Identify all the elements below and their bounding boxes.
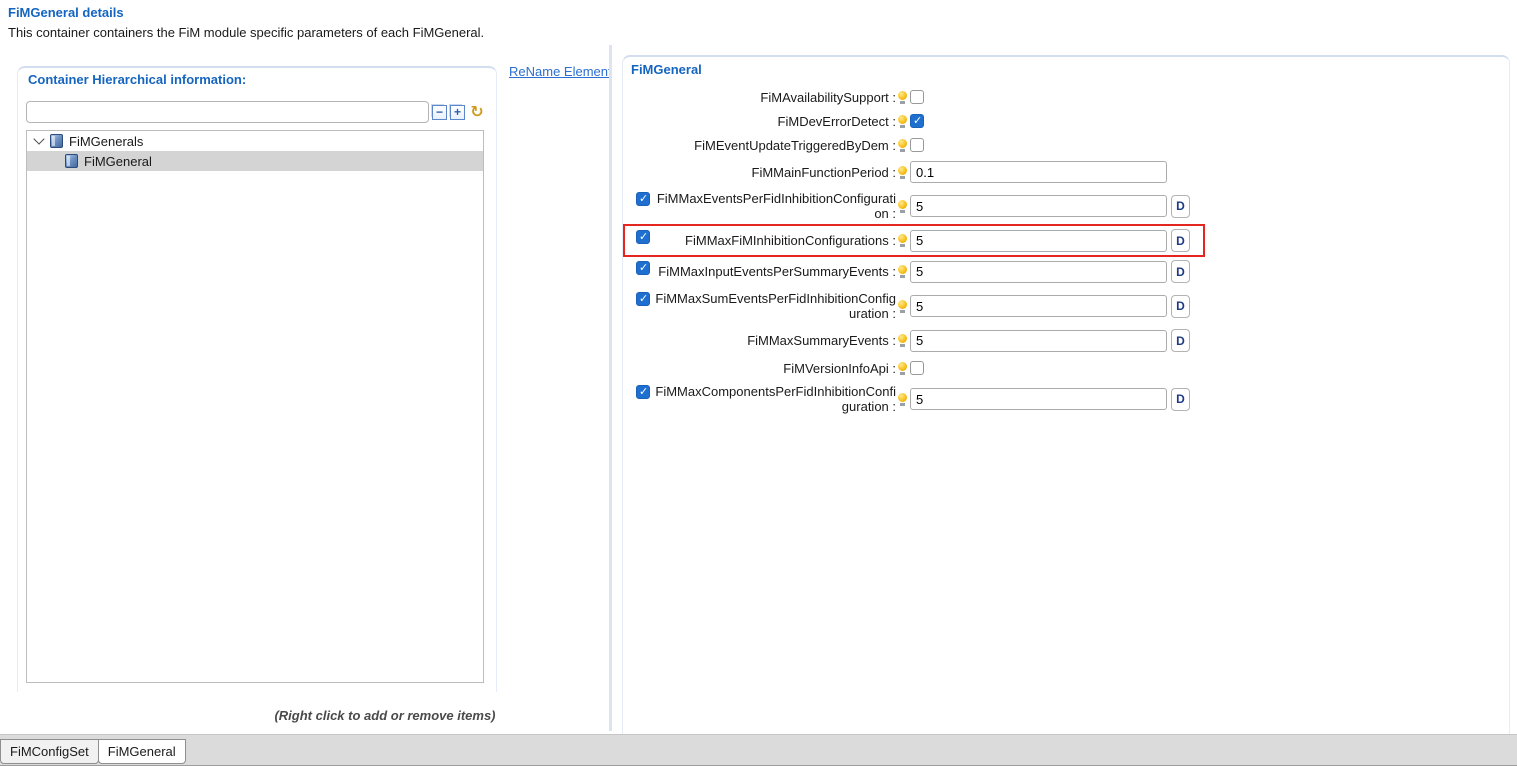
form-row: FiMMaxComponentsPerFidInhibitionConfigur… [636, 384, 1196, 414]
hint-bulb-icon [898, 299, 907, 313]
row-lead-spacer [636, 162, 650, 176]
value-input[interactable] [910, 295, 1167, 317]
container-hierarchy-panel: Container Hierarchical information: − + … [17, 66, 497, 692]
value-input[interactable] [910, 329, 1167, 352]
tree-item[interactable]: FiMGeneral [27, 151, 483, 171]
hint-bulb-icon [898, 114, 907, 128]
value-checkbox[interactable] [910, 114, 924, 128]
form-row: FiMEventUpdateTriggeredByDem : [636, 137, 1196, 153]
default-button[interactable]: D [1171, 194, 1190, 218]
right-click-hint: (Right click to add or remove items) [274, 708, 496, 723]
tab-fimgeneral[interactable]: FiMGeneral [97, 739, 186, 764]
tab-fimconfigset[interactable]: FiMConfigSet [0, 739, 99, 764]
default-button[interactable]: D [1171, 260, 1190, 283]
param-label: FiMEventUpdateTriggeredByDem : [694, 137, 896, 153]
container-hierarchy-title: Container Hierarchical information: [28, 72, 247, 87]
tree-item-label: FiMGeneral [84, 153, 152, 169]
hint-bulb-icon [898, 90, 907, 104]
hint-bulb-icon [898, 392, 907, 406]
row-enable-checkbox[interactable] [636, 192, 650, 206]
default-button[interactable]: D [1171, 229, 1190, 252]
form-row: FiMMainFunctionPeriod : [636, 161, 1196, 183]
form-row: FiMMaxSummaryEvents : D [636, 329, 1196, 352]
tree-item-label: FiMGenerals [69, 133, 144, 149]
param-label: FiMMaxComponentsPerFidInhibitionConfigur… [655, 384, 896, 414]
editor-tabs: FiMConfigSet FiMGeneral [0, 739, 186, 764]
value-checkbox[interactable] [910, 138, 924, 152]
value-input[interactable] [910, 388, 1167, 410]
param-label: FiMMaxInputEventsPerSummaryEvents : [658, 264, 896, 279]
value-input[interactable] [910, 229, 1167, 252]
hint-bulb-icon [898, 138, 907, 152]
value-input[interactable] [910, 260, 1167, 283]
value-checkbox[interactable] [910, 361, 924, 375]
collapse-all-icon[interactable]: − [432, 105, 447, 120]
container-icon [50, 134, 63, 148]
row-lead-spacer [636, 361, 650, 375]
hint-bulb-icon [898, 361, 907, 375]
param-label: FiMMaxSumEventsPerFidInhibitionConfigura… [655, 291, 896, 321]
row-lead-spacer [636, 114, 650, 128]
parameter-form: FiMAvailabilitySupport : FiMDevErrorDetec… [623, 89, 1205, 422]
tree-filter-input[interactable] [26, 101, 429, 123]
panel-divider [609, 45, 612, 731]
param-label: FiMVersionInfoApi : [783, 360, 896, 376]
form-row: FiMMaxFiMInhibitionConfigurations : D [623, 224, 1205, 257]
value-input[interactable] [910, 161, 1167, 183]
row-enable-checkbox[interactable] [636, 385, 650, 399]
page-description: This container containers the FiM module… [8, 25, 485, 40]
form-row: FiMDevErrorDetect : [636, 113, 1196, 129]
row-enable-checkbox[interactable] [636, 292, 650, 306]
param-label: FiMDevErrorDetect : [777, 113, 896, 129]
param-label: FiMMaxFiMInhibitionConfigurations : [685, 233, 896, 248]
hint-bulb-icon [898, 265, 907, 278]
editor-tab-bar: FiMConfigSet FiMGeneral [0, 734, 1517, 766]
tree-item[interactable]: FiMGenerals [27, 131, 483, 151]
fimgeneral-form-panel: FiMGeneral FiMAvailabilitySupport : FiMDe… [622, 55, 1510, 737]
value-input[interactable] [910, 195, 1167, 217]
default-button[interactable]: D [1171, 329, 1190, 352]
hint-bulb-icon [898, 199, 907, 213]
container-icon [65, 154, 78, 168]
param-label: FiMAvailabilitySupport : [760, 89, 896, 105]
param-label: FiMMaxEventsPerFidInhibitionConfiguratio… [656, 191, 896, 221]
hint-bulb-icon [898, 165, 907, 179]
form-row: FiMMaxInputEventsPerSummaryEvents : D [636, 260, 1196, 283]
form-row: FiMAvailabilitySupport : [636, 89, 1196, 105]
value-checkbox[interactable] [910, 90, 924, 104]
row-enable-checkbox[interactable] [636, 261, 650, 275]
form-title: FiMGeneral [631, 62, 702, 77]
sync-icon[interactable]: ↻ [468, 105, 486, 121]
rename-element-link[interactable]: ReName Element [509, 64, 612, 79]
expand-all-icon[interactable]: + [450, 105, 465, 120]
form-row: FiMMaxEventsPerFidInhibitionConfiguratio… [636, 191, 1196, 221]
hint-bulb-icon [898, 334, 907, 347]
page-title: FiMGeneral details [8, 5, 124, 20]
form-row: FiMVersionInfoApi : [636, 360, 1196, 376]
row-lead-spacer [636, 138, 650, 152]
row-lead-spacer [636, 330, 650, 344]
form-row: FiMMaxSumEventsPerFidInhibitionConfigura… [636, 291, 1196, 321]
default-button[interactable]: D [1171, 294, 1190, 318]
param-label: FiMMaxSummaryEvents : [747, 333, 896, 348]
hint-bulb-icon [898, 234, 907, 247]
param-label: FiMMainFunctionPeriod : [751, 164, 897, 180]
row-enable-checkbox[interactable] [636, 230, 650, 244]
container-tree[interactable]: FiMGenerals FiMGeneral [26, 130, 484, 683]
row-lead-spacer [636, 90, 650, 104]
chevron-down-icon[interactable] [33, 133, 45, 145]
default-button[interactable]: D [1171, 387, 1190, 411]
